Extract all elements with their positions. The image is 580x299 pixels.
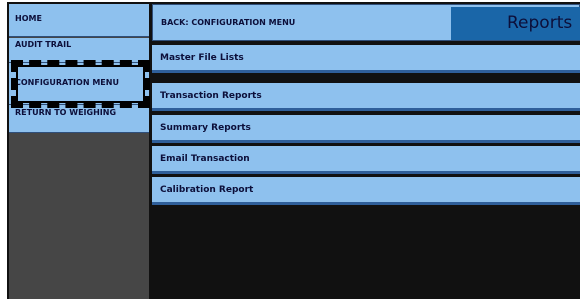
menu-item-summary-reports[interactable]: Summary Reports [152, 115, 580, 143]
selection-highlight-inner [16, 65, 145, 103]
page-title: Reports [451, 7, 580, 40]
menu-item-master-file-lists[interactable]: Master File Lists [152, 45, 580, 73]
menu-item-email-transaction[interactable]: Email Transaction [152, 146, 580, 174]
sidebar-item-return-to-weighing[interactable]: RETURN TO WEIGHING [9, 105, 149, 133]
sidebar: HOME AUDIT TRAIL CONFIGURATION MENU RETU… [9, 4, 149, 299]
menu-item-calibration-report[interactable]: Calibration Report [152, 177, 580, 205]
sidebar-item-home[interactable]: HOME [9, 4, 149, 37]
back-button[interactable]: BACK: CONFIGURATION MENU [161, 5, 295, 40]
menu-item-transaction-reports[interactable]: Transaction Reports [152, 83, 580, 111]
header-bar: BACK: CONFIGURATION MENU Reports [152, 4, 580, 41]
